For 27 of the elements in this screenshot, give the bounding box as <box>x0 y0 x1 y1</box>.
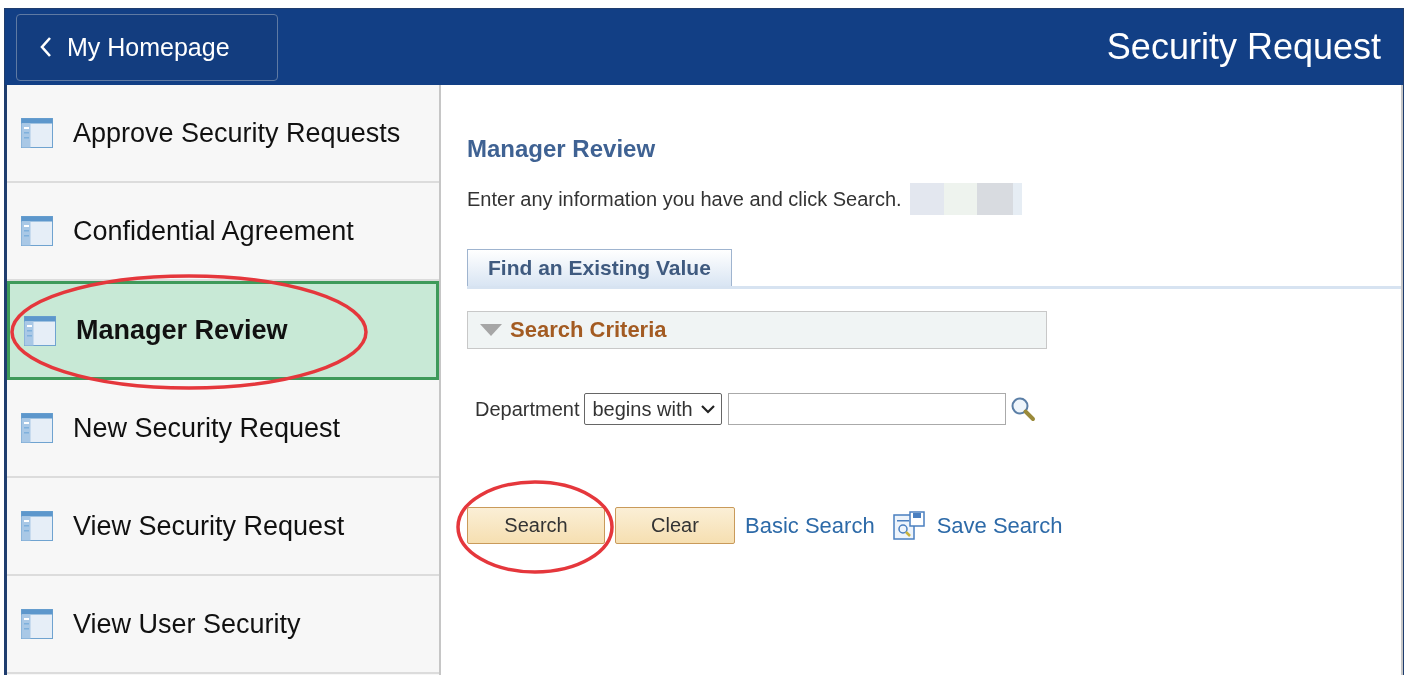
sidebar-item[interactable]: View Security Request <box>7 478 439 576</box>
page-icon <box>21 609 53 639</box>
operator-dropdown[interactable]: begins with <box>583 393 722 425</box>
action-button[interactable]: Search <box>467 507 605 544</box>
link[interactable]: Save Search <box>936 512 1063 539</box>
page-icon <box>24 315 56 346</box>
sidebar-item[interactable]: Approve Security Requests <box>7 85 439 183</box>
page-icon <box>21 511 53 541</box>
tab[interactable]: Find an Existing Value <box>467 249 732 286</box>
sidebar-item[interactable]: Manager Review <box>7 281 439 380</box>
sidebar-item[interactable]: View User Security <box>7 576 439 674</box>
page-icon <box>21 413 53 443</box>
search-icon <box>1009 396 1036 422</box>
page-icon <box>21 216 53 246</box>
sidebar-item[interactable]: New Security Request <box>7 380 439 478</box>
section-header[interactable]: Search Criteria <box>467 311 1047 349</box>
field-label: Department <box>475 397 580 421</box>
caret-icon <box>700 404 715 414</box>
input-field[interactable] <box>727 393 1006 425</box>
action-button[interactable]: Clear <box>615 507 735 544</box>
back-button[interactable]: My Homepage <box>16 13 278 81</box>
link[interactable]: Basic Search <box>745 512 875 539</box>
section-title: Manager Review <box>467 135 657 163</box>
page-icon <box>21 118 53 148</box>
chevron-left-icon <box>39 36 53 58</box>
page-title: Security Request <box>1106 26 1381 68</box>
instruction-text: Enter any information you have and click Search. <box>467 187 902 211</box>
